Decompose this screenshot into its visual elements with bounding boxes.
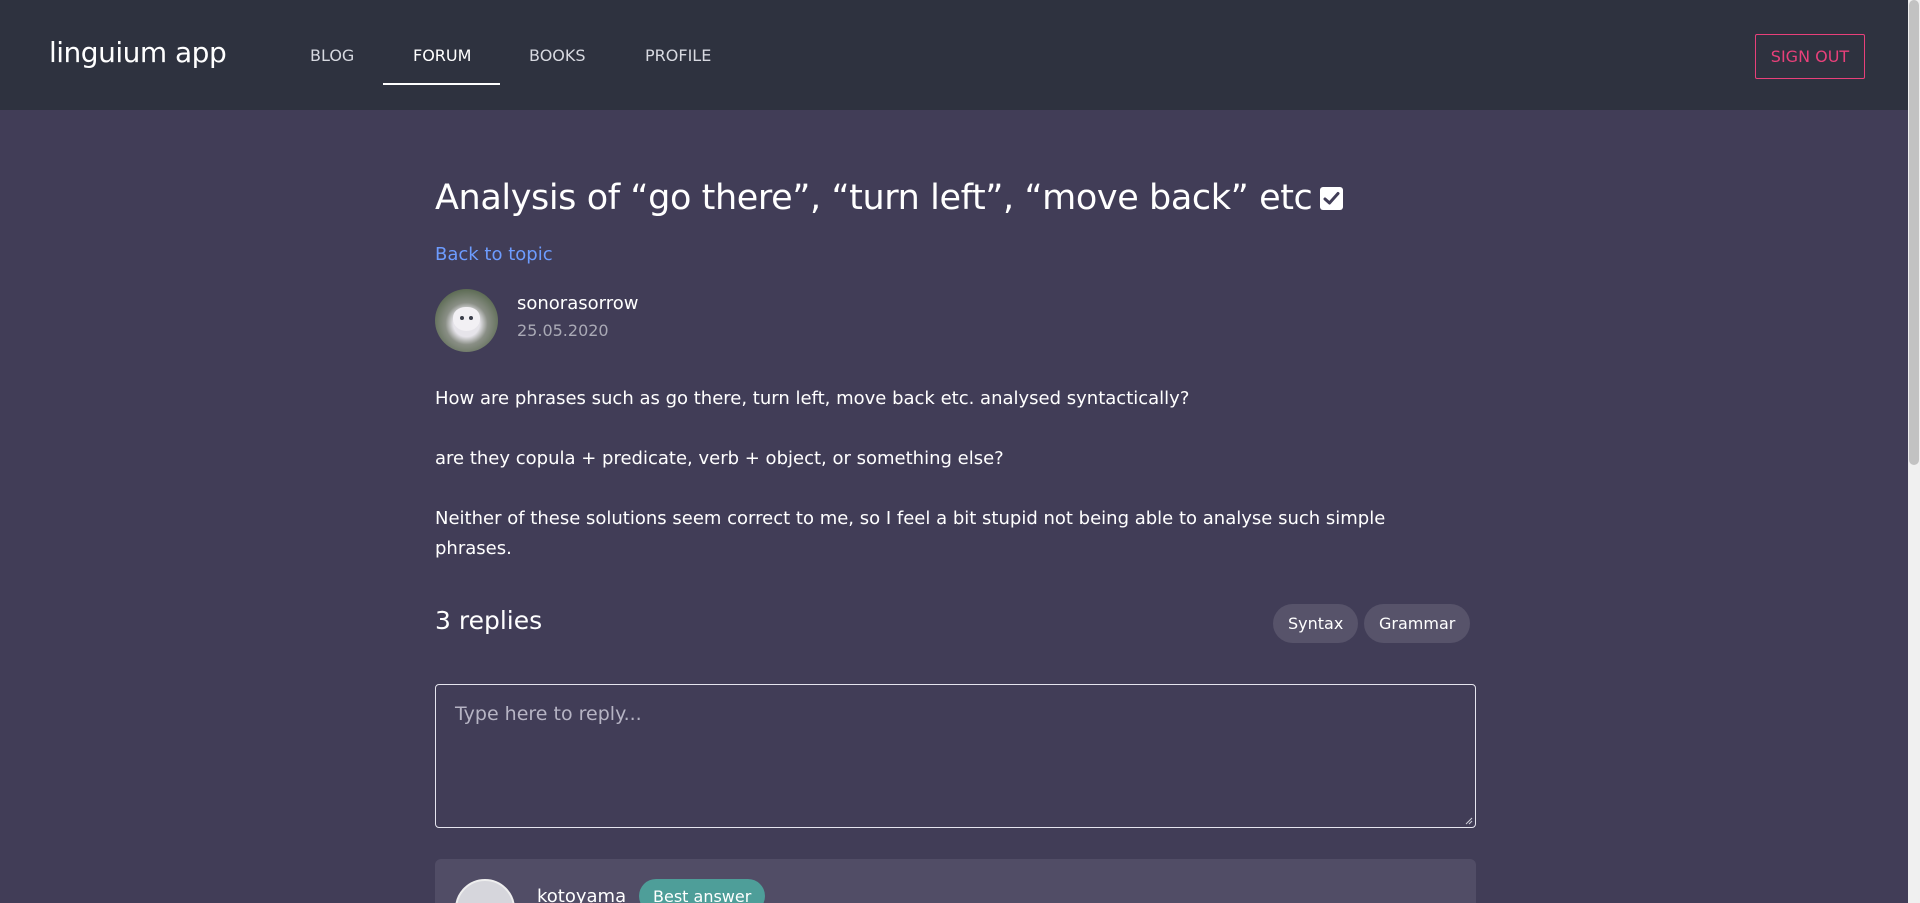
resize-handle-icon[interactable]: [1463, 815, 1473, 825]
navbar: linguium app BLOG FORUM BOOKS PROFILE SI…: [0, 0, 1908, 110]
nav-profile[interactable]: PROFILE: [645, 46, 711, 65]
post-paragraph: Neither of these solutions seem correct …: [435, 508, 1386, 559]
post-title: Analysis of “go there”, “turn left”, “mo…: [435, 178, 1344, 218]
sign-out-button[interactable]: SIGN OUT: [1755, 34, 1865, 79]
reply-card: kotoyama Best answer: [435, 859, 1476, 903]
post-body: How are phrases such as go there, turn l…: [435, 384, 1395, 594]
avatar-eye-right: [469, 316, 473, 320]
tag-grammar[interactable]: Grammar: [1364, 604, 1471, 643]
reply-input[interactable]: Type here to reply...: [435, 684, 1476, 828]
reply-input-placeholder: Type here to reply...: [455, 703, 642, 725]
scrollbar-thumb[interactable]: [1909, 0, 1919, 465]
brand-logo[interactable]: linguium app: [49, 36, 227, 69]
reply-author-name[interactable]: kotoyama: [537, 886, 626, 903]
author-avatar[interactable]: [435, 289, 498, 352]
nav-books[interactable]: BOOKS: [529, 46, 586, 65]
check-icon: [1320, 186, 1344, 210]
nav-forum[interactable]: FORUM: [413, 46, 471, 65]
post-paragraph: are they copula + predicate, verb + obje…: [435, 448, 1004, 469]
tag-syntax[interactable]: Syntax: [1273, 604, 1359, 643]
back-to-topic-link[interactable]: Back to topic: [435, 244, 553, 265]
post-paragraph: How are phrases such as go there, turn l…: [435, 388, 1190, 409]
avatar-eye-left: [460, 316, 464, 320]
post-date: 25.05.2020: [517, 321, 609, 340]
post-title-text: Analysis of “go there”, “turn left”, “mo…: [435, 178, 1313, 218]
best-answer-badge: Best answer: [639, 879, 766, 903]
page: linguium app BLOG FORUM BOOKS PROFILE SI…: [0, 0, 1920, 903]
replies-count: 3 replies: [435, 606, 543, 635]
author-name[interactable]: sonorasorrow: [517, 293, 638, 314]
reply-author-avatar[interactable]: [455, 879, 515, 903]
nav-active-underline: [383, 83, 500, 85]
avatar-cat-face: [453, 307, 480, 331]
nav-blog[interactable]: BLOG: [310, 46, 354, 65]
